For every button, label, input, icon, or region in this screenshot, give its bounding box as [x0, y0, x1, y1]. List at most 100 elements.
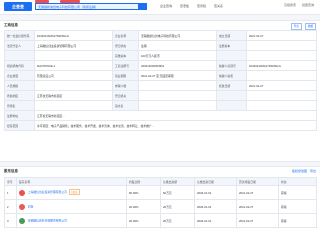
subscribed-date: 2026-01-01	[194, 213, 237, 228]
shareholder-title: 股东信息	[4, 169, 18, 173]
registered-address: 江苏省无锡市新吴区...	[34, 110, 317, 121]
shareholder-name-cell: 无锡融信商务咨询服务有限公司	[16, 213, 127, 228]
cell-value	[246, 90, 317, 101]
col-header: 股东名称	[16, 177, 127, 186]
cell-value: 91320214MA27DWXE1G	[34, 30, 113, 41]
subscribed-amount: 60万元	[160, 185, 195, 200]
table-row[interactable]: 2 刘新 20.00% 20万元 2026-01-01 2021-02-27 存…	[4, 199, 317, 214]
export-button[interactable]: 导出	[290, 23, 302, 30]
table-row: 统一社会信用代码 91320214MA27DWXE1G 企业名称 无锡融新信创电…	[4, 30, 317, 41]
cell-value	[34, 100, 113, 111]
subscribed-date: 2026-01-01	[194, 199, 237, 214]
search-button[interactable]	[138, 3, 147, 10]
cell-key	[216, 90, 247, 101]
cell-value	[138, 80, 217, 91]
advanced-search-link[interactable]: 高级搜索	[284, 3, 296, 7]
business-info-table: 统一社会信用代码 91320214MA27DWXE1G 企业名称 无锡融新信创电…	[4, 30, 317, 131]
cell-key	[4, 50, 35, 61]
table-row: 曾用名 英文名	[4, 100, 317, 111]
row-index: 2	[4, 199, 17, 214]
legal-rep-link[interactable]: 上海融信创业投资管理有限公司	[34, 40, 113, 51]
cell-value	[246, 70, 317, 81]
major-shareholder-badge: 大股东	[68, 189, 80, 196]
shareholder-export-link[interactable]: 导出	[310, 169, 316, 173]
nav-tab-relation[interactable]: 查关系	[214, 4, 223, 8]
cell-key: 营业期限	[112, 70, 139, 81]
table-header-row: 序号 股东名称 持股比例 认缴出资额 认缴出资日期 首次持股日期 状态	[4, 177, 317, 186]
col-header[interactable]: 首次持股日期	[236, 177, 279, 186]
shareholder-card: 股东信息 股权穿透图 导出 序号 股东名称 持股比例 认缴出资额 认缴出资日期 …	[0, 166, 320, 241]
cell-value: 江苏省无锡市新吴区	[34, 90, 113, 101]
nav-tabs: 企业查询 查老板 查风险 查关系	[160, 4, 223, 8]
cell-value: 320213000354961	[138, 60, 217, 71]
share-ratio: 20.00%	[126, 199, 161, 214]
cell-key: 注册资本	[216, 40, 247, 51]
table-row: 所属地区 江苏省无锡市新吴区 登记机关	[4, 90, 317, 101]
cell-key: 企业名称	[112, 30, 139, 41]
cell-key: 注册地址	[4, 110, 35, 121]
cell-value: 无锡融新信创电子科技有限公司	[138, 30, 217, 41]
shareholder-name-link[interactable]: 无锡融信商务咨询服务有限公司	[28, 218, 67, 222]
nav-tab-boss[interactable]: 查老板	[180, 4, 189, 8]
search-input[interactable]: 无锡融新信创电子科技有限公司（简易注销）	[35, 3, 147, 10]
cell-key: 人员规模	[4, 80, 35, 91]
favorite-button[interactable]: 收藏	[304, 23, 316, 30]
status-text: 存续	[278, 213, 317, 228]
first-holding-date: 2021-02-27	[236, 185, 279, 200]
row-index: 3	[4, 213, 17, 228]
cell-value: 2021-02-27	[246, 30, 317, 41]
card-actions: 导出 收藏	[290, 23, 316, 30]
first-holding-date: 2021-02-27	[236, 213, 279, 228]
cell-value: 100万元人民币	[138, 50, 217, 61]
equity-chart-link[interactable]: 股权穿透图	[292, 169, 307, 173]
cell-value	[246, 50, 317, 61]
nav-tab-risk[interactable]: 查风险	[197, 4, 206, 8]
cell-key: 参保人数	[112, 80, 139, 91]
cell-key	[216, 100, 247, 111]
cell-key: 登记状态	[112, 40, 139, 51]
cell-value	[246, 40, 317, 51]
cell-value	[138, 90, 217, 101]
subscribed-date: 2026-01-01	[194, 185, 237, 200]
shareholder-name-link[interactable]: 上海融信创业投资管理有限公司	[28, 190, 67, 194]
table-row[interactable]: 3 无锡融信商务咨询服务有限公司 20.00% 20万元 2026-01-01 …	[4, 213, 317, 228]
status-text: 存续	[278, 185, 317, 200]
cell-value: 2021-02-27	[246, 80, 317, 91]
site-logo[interactable]: 企查查	[4, 2, 32, 11]
col-header[interactable]: 持股比例	[126, 177, 161, 186]
table-row: 实缴资本 100万元人民币	[4, 50, 317, 61]
cell-value: 91320214MA27DWXE1G	[246, 60, 317, 71]
cell-key: 核准日期	[216, 80, 247, 91]
table-row: 法定代表人 上海融信创业投资管理有限公司 登记状态 注销 注册资本	[4, 40, 317, 51]
cell-key	[216, 50, 247, 61]
status-text: 存续	[278, 199, 317, 214]
table-row: 注册地址 江苏省无锡市新吴区...	[4, 110, 317, 121]
person-avatar-icon	[19, 203, 25, 210]
table-row[interactable]: 1 上海融信创业投资管理有限公司 大股东 60.00% 60万元 2026-01…	[4, 185, 317, 200]
share-ratio: 60.00%	[126, 185, 161, 200]
cell-key: 工商注册号	[112, 60, 139, 71]
subscribed-amount: 20万元	[160, 213, 195, 228]
subscribed-amount: 20万元	[160, 199, 195, 214]
cell-value	[138, 100, 217, 111]
business-info-card: 工商信息 导出 收藏 统一社会信用代码 91320214MA27DWXE1G 企…	[0, 20, 320, 162]
cell-key: 成立日期	[216, 30, 247, 41]
cell-key: 统一社会信用代码	[4, 30, 35, 41]
cell-value	[246, 100, 317, 111]
cell-key: 登记机关	[112, 90, 139, 101]
row-index: 1	[4, 185, 17, 200]
share-ratio: 20.00%	[126, 213, 161, 228]
shareholder-name-link[interactable]: 刘新	[28, 204, 34, 208]
col-header[interactable]: 认缴出资日期	[194, 177, 237, 186]
nav-tab-company[interactable]: 企业查询	[160, 4, 172, 8]
cell-value: 注销	[138, 40, 217, 51]
shareholder-table: 序号 股东名称 持股比例 认缴出资额 认缴出资日期 首次持股日期 状态 1 上海…	[4, 177, 317, 228]
cell-key: 经营范围	[4, 120, 35, 131]
top-right-links: 高级搜索 批量查询	[284, 3, 314, 7]
table-row: 企业类型 有限责任公司 营业期限 2021-02-27 至 无固定期限 纳税人资…	[4, 70, 317, 81]
cell-value: 有限责任公司	[34, 70, 113, 81]
batch-query-link[interactable]: 批量查询	[302, 3, 314, 7]
cell-key: 实缴资本	[112, 50, 139, 61]
col-header[interactable]: 认缴出资额	[160, 177, 195, 186]
cell-key: 法定代表人	[4, 40, 35, 51]
